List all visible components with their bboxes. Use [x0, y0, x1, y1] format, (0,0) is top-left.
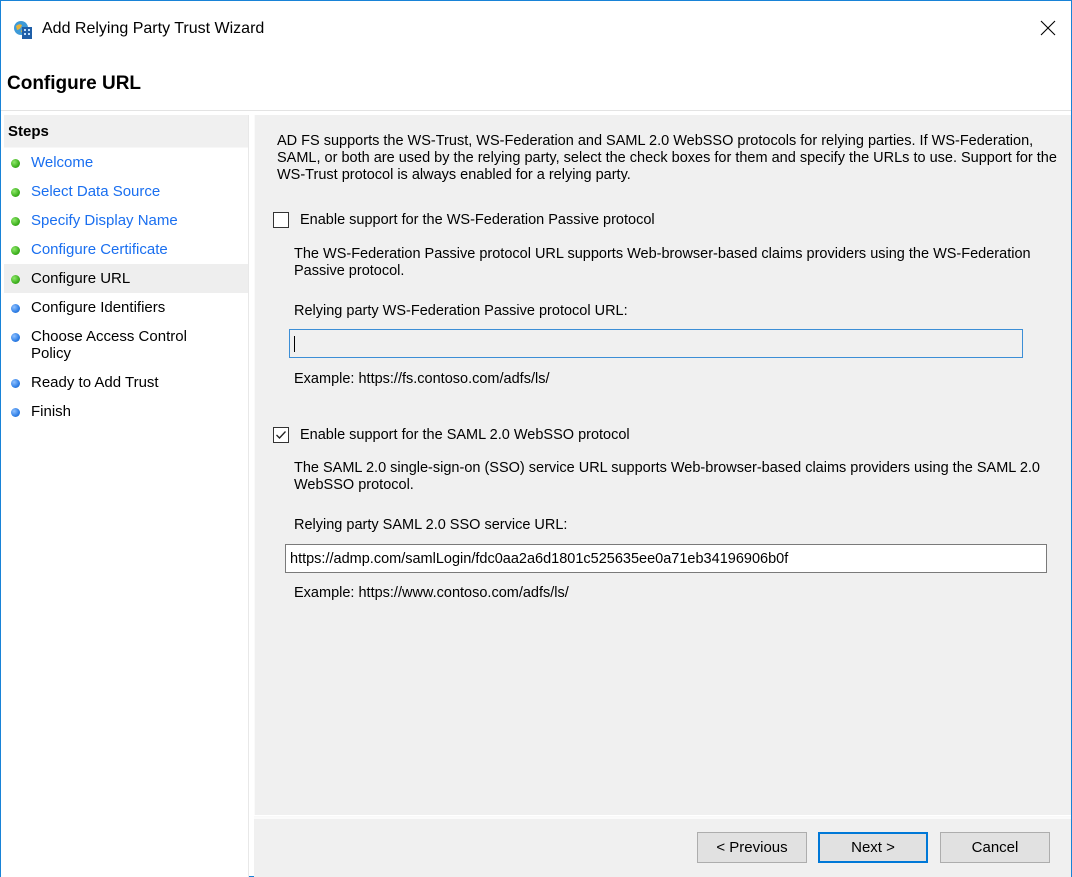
close-icon: [1040, 20, 1056, 39]
wizard-footer: < Previous Next > Cancel: [254, 816, 1071, 877]
completed-step-icon: [11, 217, 20, 226]
saml-example: Example: https://www.contoso.com/adfs/ls…: [294, 585, 569, 601]
step-item: Configure URL: [4, 264, 248, 293]
saml-url-value: https://admp.com/samlLogin/fdc0aa2a6d180…: [290, 550, 789, 567]
completed-step-icon: [11, 188, 20, 197]
completed-step-icon: [11, 159, 20, 168]
step-label: Finish: [31, 403, 72, 420]
steps-list: Welcome Select Data Source Specify Display…: [4, 148, 248, 426]
cancel-button[interactable]: Cancel: [940, 832, 1050, 863]
step-label: Select Data Source: [31, 183, 161, 200]
step-label: Configure Certificate: [31, 241, 168, 258]
step-item: Finish: [4, 397, 248, 426]
page-title: Configure URL: [7, 73, 142, 94]
step-label: Welcome: [31, 154, 94, 171]
step-item[interactable]: Specify Display Name: [4, 206, 248, 235]
step-item[interactable]: Configure Certificate: [4, 235, 248, 264]
next-button[interactable]: Next >: [818, 832, 928, 863]
previous-button[interactable]: < Previous: [697, 832, 807, 863]
checkmark-icon: [276, 431, 286, 439]
step-item[interactable]: Select Data Source: [4, 177, 248, 206]
page-header: Configure URL: [1, 59, 1071, 111]
completed-step-icon: [11, 275, 20, 284]
wsfed-url-input[interactable]: [289, 329, 1023, 358]
footer-divider: [254, 817, 1071, 819]
saml-checkbox-label: Enable support for the SAML 2.0 WebSSO p…: [300, 427, 630, 443]
step-item: Ready to Add Trust: [4, 368, 248, 397]
wsfed-checkbox-row[interactable]: Enable support for the WS-Federation Pas…: [273, 212, 655, 228]
saml-checkbox[interactable]: [273, 427, 289, 443]
steps-heading: Steps: [4, 115, 248, 148]
step-label: Configure Identifiers: [31, 299, 166, 316]
close-button[interactable]: [1025, 1, 1071, 57]
step-label: Ready to Add Trust: [31, 374, 159, 391]
step-item: Configure Identifiers: [4, 293, 248, 322]
saml-checkbox-row[interactable]: Enable support for the SAML 2.0 WebSSO p…: [273, 427, 630, 443]
title-bar: Add Relying Party Trust Wizard: [1, 1, 1071, 59]
content-panel: AD FS supports the WS-Trust, WS-Federati…: [254, 115, 1071, 815]
step-label: Configure URL: [31, 270, 131, 287]
saml-url-label: Relying party SAML 2.0 SSO service URL:: [294, 517, 568, 533]
steps-panel: Steps Welcome Select Data Source Specify D…: [4, 115, 249, 877]
wsfed-checkbox-label: Enable support for the WS-Federation Pas…: [300, 212, 655, 228]
window-title: Add Relying Party Trust Wizard: [42, 20, 265, 37]
wsfed-url-label: Relying party WS-Federation Passive prot…: [294, 303, 628, 319]
step-label: Choose Access Control Policy: [31, 328, 187, 362]
adfs-trust-wizard-icon: [13, 20, 33, 40]
intro-text: AD FS supports the WS-Trust, WS-Federati…: [277, 133, 1057, 183]
step-item: Choose Access Control Policy: [4, 322, 248, 368]
saml-url-input[interactable]: https://admp.com/samlLogin/fdc0aa2a6d180…: [285, 544, 1047, 573]
completed-step-icon: [11, 246, 20, 255]
pending-step-icon: [11, 408, 20, 417]
step-label: Specify Display Name: [31, 212, 178, 229]
pending-step-icon: [11, 333, 20, 342]
pending-step-icon: [11, 379, 20, 388]
text-caret: [294, 336, 295, 352]
pending-step-icon: [11, 304, 20, 313]
saml-description: The SAML 2.0 single-sign-on (SSO) servic…: [294, 460, 1040, 493]
step-item[interactable]: Welcome: [4, 148, 248, 177]
wsfed-example: Example: https://fs.contoso.com/adfs/ls/: [294, 371, 550, 387]
wsfed-description: The WS-Federation Passive protocol URL s…: [294, 246, 1031, 279]
wsfed-checkbox[interactable]: [273, 212, 289, 228]
wizard-window: Add Relying Party Trust Wizard Configure…: [0, 0, 1072, 877]
